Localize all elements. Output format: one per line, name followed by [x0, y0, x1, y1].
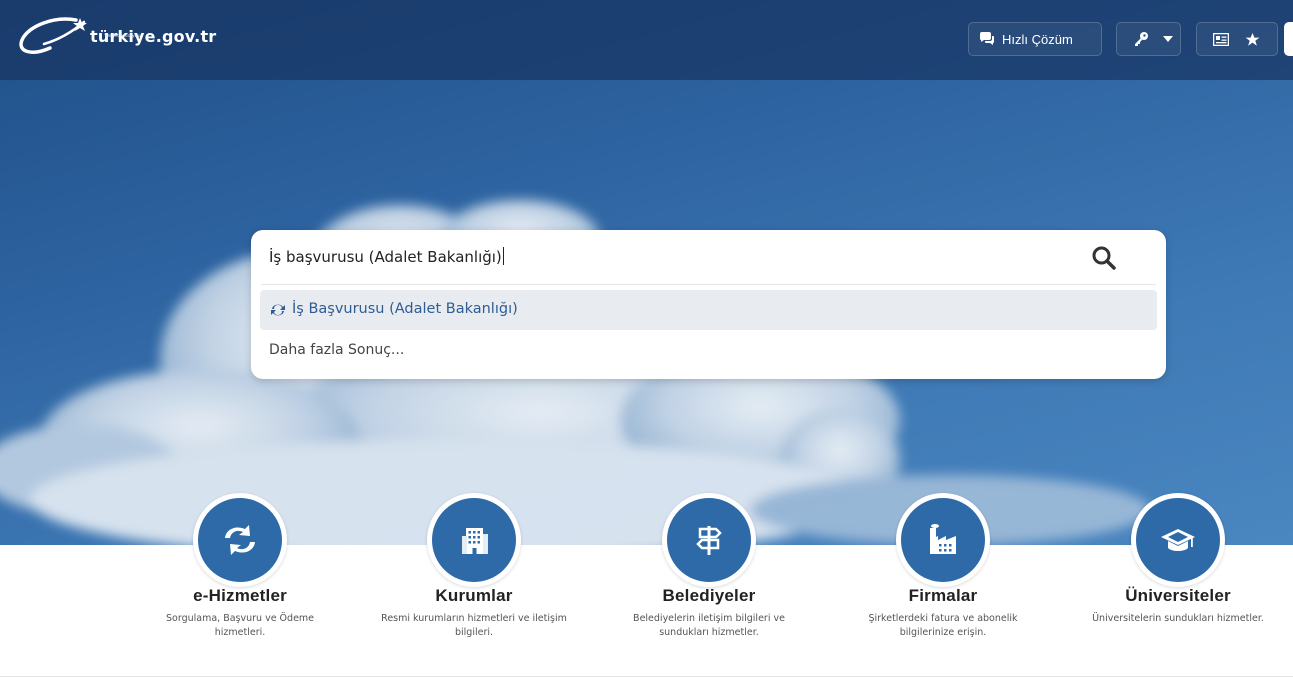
category-title: Üniversiteler [1125, 586, 1231, 605]
logo-swoosh-icon [19, 17, 87, 54]
category-icon-circle [193, 493, 287, 587]
quick-solution-label: Hızlı Çözüm [1002, 31, 1073, 47]
graduation-cap-icon [1161, 529, 1195, 551]
key-icon [1135, 32, 1148, 46]
chat-icon [980, 32, 994, 45]
category-icon-circle [662, 493, 756, 587]
login-dropdown-button[interactable] [1116, 22, 1181, 56]
text-caret [502, 247, 504, 265]
search-divider [261, 284, 1156, 285]
search-icon[interactable] [1091, 245, 1117, 271]
user-menu-button[interactable] [1284, 22, 1293, 56]
category-description: Sorgulama, Başvuru ve Ödeme hizmetleri. [165, 613, 315, 638]
search-panel: İş başvurusu (Adalet Bakanlığı) İş Başvu… [251, 230, 1166, 379]
category-title: e-Hizmetler [193, 586, 287, 605]
id-card-icon [1213, 32, 1229, 46]
signpost-icon [696, 526, 722, 555]
category-icon-circle [427, 493, 521, 587]
suggestion-item[interactable]: İş Başvurusu (Adalet Bakanlığı) [260, 290, 1157, 330]
footer-divider [0, 676, 1293, 677]
caret-down-icon [1163, 36, 1173, 42]
factory-icon [930, 524, 956, 554]
category-kurumlar[interactable]: Kurumlar Resmi kurumların hizmetleri ve … [374, 493, 574, 640]
suggestion-label: İş Başvurusu (Adalet Bakanlığı) [292, 301, 518, 317]
top-navigation-bar: türkiye.gov.tr "Devletin Kısayolu" Hızlı… [0, 0, 1293, 80]
category-universiteler[interactable]: Üniversiteler Üniversitelerin sundukları… [1078, 493, 1278, 626]
quick-solution-button[interactable]: Hızlı Çözüm [968, 22, 1102, 56]
category-icon-circle [1131, 493, 1225, 587]
search-input[interactable]: İş başvurusu (Adalet Bakanlığı) [269, 247, 504, 266]
category-e-hizmetler[interactable]: e-Hizmetler Sorgulama, Başvuru ve Ödeme … [140, 493, 340, 640]
refresh-icon [271, 304, 285, 316]
category-title: Kurumlar [435, 586, 513, 605]
category-description: Şirketlerdeki fatura ve abonelik bilgile… [868, 613, 1018, 638]
category-firmalar[interactable]: Firmalar Şirketlerdeki fatura ve aboneli… [843, 493, 1043, 640]
building-icon [462, 528, 488, 554]
category-description: Üniversitelerin sundukları hizmetler. [1092, 613, 1264, 624]
category-description: Belediyelerin iletişim bilgileri ve sund… [633, 613, 785, 638]
more-results-link[interactable]: Daha fazla Sonuç... [269, 342, 404, 358]
star-icon[interactable] [1245, 32, 1260, 47]
profile-favorites-button[interactable] [1196, 22, 1278, 56]
category-title: Firmalar [908, 586, 978, 605]
category-icon-circle [896, 493, 990, 587]
category-belediyeler[interactable]: Belediyeler Belediyelerin iletişim bilgi… [609, 493, 809, 640]
logo-tagline: "Devletin Kısayolu" [104, 33, 143, 38]
refresh-icon [225, 525, 255, 555]
category-title: Belediyeler [662, 586, 756, 605]
search-query-text: İş başvurusu (Adalet Bakanlığı) [269, 248, 502, 266]
category-description: Resmi kurumların hizmetleri ve iletişim … [381, 613, 567, 638]
